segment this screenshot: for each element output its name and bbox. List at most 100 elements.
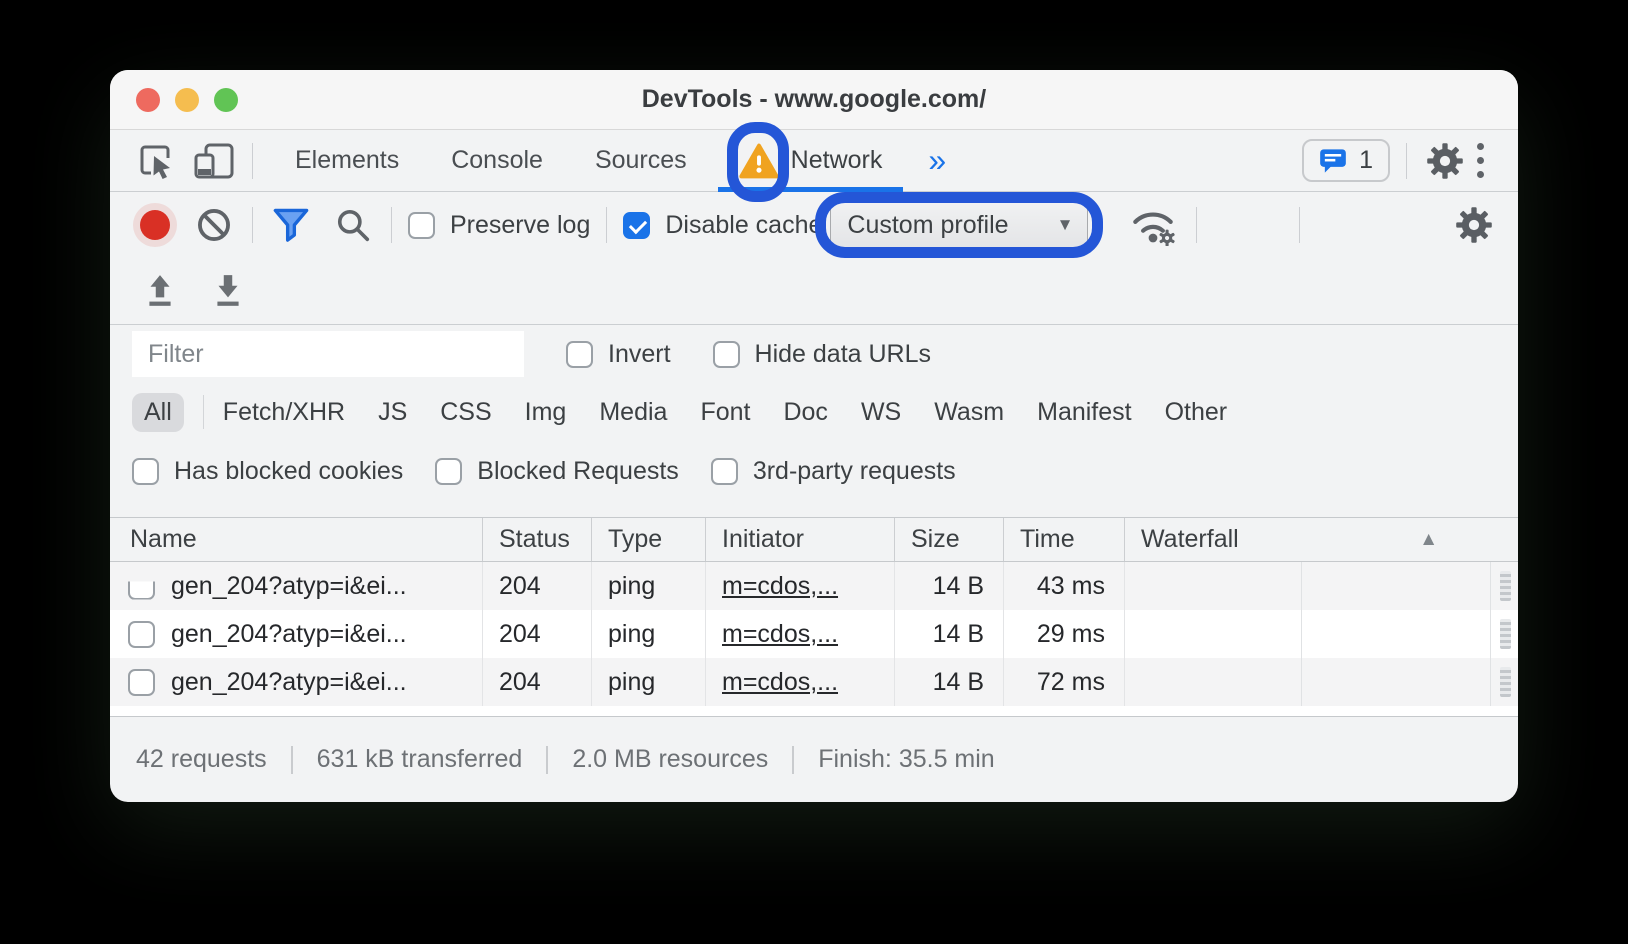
- divider: [1196, 207, 1197, 243]
- network-settings-gear-icon[interactable]: [1452, 203, 1496, 247]
- type-filter-all[interactable]: All: [132, 393, 184, 432]
- request-initiator-link[interactable]: m=cdos,...: [722, 620, 838, 649]
- export-har-icon[interactable]: [206, 269, 250, 313]
- request-type-filters: All Fetch/XHR JS CSS Img Media Font Doc …: [132, 387, 1496, 437]
- filter-funnel-icon[interactable]: [269, 203, 313, 247]
- column-header-size[interactable]: Size: [895, 518, 1004, 561]
- warning-icon: [739, 143, 779, 179]
- type-filter-wasm[interactable]: Wasm: [934, 398, 1004, 427]
- issues-count: 1: [1359, 146, 1373, 175]
- filter-input[interactable]: [132, 331, 524, 377]
- tab-network-label: Network: [791, 146, 883, 175]
- type-filter-font[interactable]: Font: [700, 398, 750, 427]
- request-name: gen_204?atyp=i&ei...: [171, 572, 407, 601]
- divider: [252, 207, 253, 243]
- checkbox-unchecked: [132, 458, 159, 485]
- more-tabs-icon[interactable]: »: [928, 142, 946, 179]
- screenshot-stage: DevTools - www.google.com/ Ele: [0, 0, 1628, 944]
- column-header-initiator[interactable]: Initiator: [706, 518, 895, 561]
- request-size: 14 B: [895, 658, 1004, 706]
- divider: [291, 746, 293, 774]
- column-header-name[interactable]: Name: [110, 518, 483, 561]
- type-filter-js[interactable]: JS: [378, 398, 407, 427]
- network-toolbar: Preserve log Disable cache Custom profil…: [110, 192, 1518, 325]
- third-party-requests-checkbox[interactable]: 3rd-party requests: [711, 457, 956, 486]
- waterfall-bar: [1500, 571, 1511, 601]
- tab-network[interactable]: Network: [713, 130, 909, 192]
- checkbox-unchecked: [435, 458, 462, 485]
- throttling-select[interactable]: Custom profile ▼: [830, 202, 1088, 248]
- sort-ascending-icon: ▲: [1419, 529, 1438, 551]
- type-filter-media[interactable]: Media: [599, 398, 667, 427]
- has-blocked-cookies-checkbox[interactable]: Has blocked cookies: [132, 457, 403, 486]
- row-checkbox[interactable]: [128, 573, 155, 600]
- row-checkbox[interactable]: [128, 621, 155, 648]
- inspect-icon[interactable]: [134, 139, 178, 183]
- tab-console[interactable]: Console: [425, 130, 569, 192]
- kebab-menu-icon[interactable]: [1467, 137, 1494, 184]
- divider: [1406, 143, 1407, 179]
- waterfall-bar: [1500, 619, 1511, 649]
- record-button[interactable]: [140, 210, 170, 240]
- invert-checkbox[interactable]: Invert: [566, 340, 671, 369]
- request-time: 43 ms: [1004, 562, 1125, 610]
- settings-gear-icon[interactable]: [1423, 139, 1467, 183]
- type-filter-other[interactable]: Other: [1165, 398, 1228, 427]
- divider: [391, 207, 392, 243]
- request-time: 29 ms: [1004, 610, 1125, 658]
- finish-time: Finish: 35.5 min: [818, 745, 994, 774]
- transferred-size: 631 kB transferred: [317, 745, 523, 774]
- preserve-log-checkbox[interactable]: Preserve log: [408, 211, 590, 240]
- type-filter-doc[interactable]: Doc: [783, 398, 827, 427]
- type-filter-css[interactable]: CSS: [440, 398, 491, 427]
- filter-bar: Invert Hide data URLs All Fetch/XHR JS C…: [110, 330, 1518, 517]
- request-name: gen_204?atyp=i&ei...: [171, 620, 407, 649]
- row-checkbox[interactable]: [128, 669, 155, 696]
- checkbox-checked: [623, 212, 650, 239]
- waterfall-gridline: [1301, 562, 1302, 706]
- divider: [792, 746, 794, 774]
- network-conditions-icon[interactable]: [1126, 203, 1180, 247]
- blocked-requests-checkbox[interactable]: Blocked Requests: [435, 457, 679, 486]
- request-status: 204: [483, 610, 592, 658]
- type-filter-img[interactable]: Img: [525, 398, 567, 427]
- window-title: DevTools - www.google.com/: [110, 85, 1518, 114]
- requests-table: Name Status Type Initiator Size Time Wat…: [110, 517, 1518, 716]
- request-type: ping: [592, 562, 706, 610]
- waterfall-cell: [1125, 658, 1518, 706]
- checkbox-unchecked: [566, 341, 593, 368]
- column-header-time[interactable]: Time: [1004, 518, 1125, 561]
- checkbox-unchecked: [711, 458, 738, 485]
- hide-data-urls-checkbox[interactable]: Hide data URLs: [713, 340, 931, 369]
- waterfall-gridline: [1490, 562, 1491, 706]
- issues-icon: [1319, 148, 1347, 174]
- import-har-icon[interactable]: [138, 269, 182, 313]
- request-size: 14 B: [895, 610, 1004, 658]
- chevron-down-icon: ▼: [1057, 215, 1074, 235]
- device-toolbar-icon[interactable]: [192, 139, 236, 183]
- column-header-type[interactable]: Type: [592, 518, 706, 561]
- divider: [1299, 207, 1300, 243]
- tab-elements[interactable]: Elements: [269, 130, 425, 192]
- tab-sources[interactable]: Sources: [569, 130, 713, 192]
- type-filter-manifest[interactable]: Manifest: [1037, 398, 1131, 427]
- table-row[interactable]: gen_204?atyp=i&ei... 204 ping m=cdos,...…: [110, 562, 1518, 610]
- type-filter-fetch-xhr[interactable]: Fetch/XHR: [223, 398, 345, 427]
- divider: [606, 207, 607, 243]
- request-initiator-link[interactable]: m=cdos,...: [722, 572, 838, 601]
- table-body: gen_204?atyp=i&ei... 204 ping m=cdos,...…: [110, 562, 1518, 706]
- table-row[interactable]: gen_204?atyp=i&ei... 204 ping m=cdos,...…: [110, 658, 1518, 706]
- search-icon[interactable]: [331, 203, 375, 247]
- column-header-status[interactable]: Status: [483, 518, 592, 561]
- issues-counter-button[interactable]: 1: [1302, 139, 1390, 182]
- clear-icon[interactable]: [192, 203, 236, 247]
- table-header: Name Status Type Initiator Size Time Wat…: [110, 518, 1518, 562]
- table-row[interactable]: gen_204?atyp=i&ei... 204 ping m=cdos,...…: [110, 610, 1518, 658]
- devtools-tab-bar: Elements Console Sources Network »: [110, 130, 1518, 192]
- divider: [203, 395, 204, 429]
- type-filter-ws[interactable]: WS: [861, 398, 901, 427]
- request-initiator-link[interactable]: m=cdos,...: [722, 668, 838, 697]
- column-header-waterfall[interactable]: Waterfall ▲: [1125, 518, 1518, 561]
- disable-cache-checkbox[interactable]: Disable cache: [623, 211, 822, 240]
- requests-count: 42 requests: [136, 745, 267, 774]
